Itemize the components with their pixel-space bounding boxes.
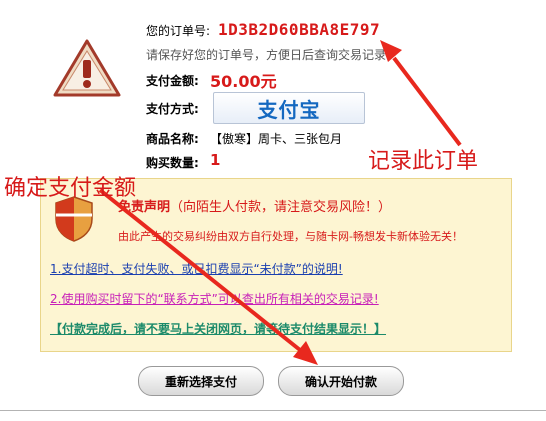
wait-result-link[interactable]: 【付款完成后，请不要马上关闭网页，请等待支付结果显示！】 [50, 320, 386, 337]
alipay-logo-text: 支付宝 [257, 97, 321, 122]
disclaimer-heading-sub: （向陌生人付款，请注意交易风险！） [170, 200, 392, 215]
quantity-label: 购买数量: [146, 156, 199, 170]
warning-icon [52, 38, 122, 98]
quantity-value: 1 [210, 151, 221, 169]
payment-method-label: 支付方式: [146, 102, 199, 116]
amount-label: 支付金额: [146, 74, 199, 88]
payment-amount: 50.00元 [210, 72, 277, 91]
contact-info-link[interactable]: 2.使用购买时留下的“联系方式”可以查出所有相关的交易记录! [50, 290, 379, 307]
disclaimer-title: 免责声明（向陌生人付款，请注意交易风险！） [118, 196, 391, 215]
confirm-payment-button[interactable]: 确认开始付款 [278, 366, 404, 396]
payment-timeout-link[interactable]: 1.支付超时、支付失败、或已扣费显示“未付款”的说明! [50, 260, 343, 277]
alipay-logo: 支付宝 [213, 92, 365, 124]
order-number: 1D3B2D60BBA8E797 [218, 20, 381, 39]
disclaimer-heading: 免责声明 [118, 200, 171, 215]
order-number-label: 您的订单号: [146, 24, 211, 38]
disclaimer-subtitle: 由此产生的交易纠纷由双方自行处理，与随卡网-畅想发卡新体验无关！ [118, 230, 463, 243]
order-hint: 请保存好您的订单号，方便日后查询交易记录 [146, 48, 387, 62]
reselect-payment-button[interactable]: 重新选择支付 [138, 366, 264, 396]
product-name-label: 商品名称: [146, 132, 199, 146]
product-name: 【傲寒】周卡、三张包月 [210, 132, 343, 146]
bottom-divider [0, 410, 546, 411]
confirm-amount-annotation: 确定支付金额 [4, 176, 137, 201]
shield-icon [52, 195, 96, 243]
record-order-annotation: 记录此订单 [368, 149, 479, 174]
